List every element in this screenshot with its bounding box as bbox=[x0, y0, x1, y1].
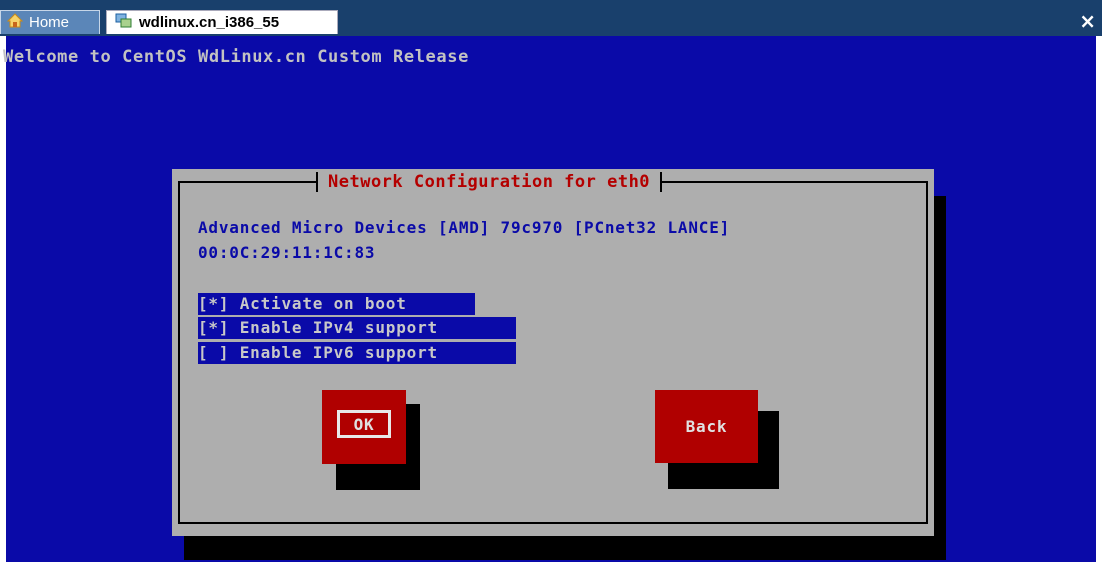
device-name: Advanced Micro Devices [AMD] 79c970 [PCn… bbox=[198, 218, 731, 237]
close-icon[interactable]: × bbox=[1079, 9, 1096, 33]
tab-vm-label: wdlinux.cn_i386_55 bbox=[139, 14, 280, 31]
back-button-label: Back bbox=[685, 417, 728, 436]
ok-button-label: OK bbox=[353, 414, 375, 434]
tab-bar: Home wdlinux.cn_i386_55 × bbox=[0, 0, 1102, 36]
tab-home-label: Home bbox=[29, 14, 70, 31]
welcome-text: Welcome to CentOS WdLinux.cn Custom Rele… bbox=[3, 47, 469, 67]
enable-ipv6-checkbox[interactable]: [ ] Enable IPv6 support bbox=[198, 342, 516, 364]
vm-icon bbox=[115, 13, 133, 33]
tab-vm[interactable]: wdlinux.cn_i386_55 bbox=[106, 10, 338, 34]
tab-home[interactable]: Home bbox=[0, 10, 100, 34]
activate-on-boot-checkbox[interactable]: [*] Activate on boot bbox=[198, 293, 475, 315]
ok-button-focus[interactable]: OK bbox=[337, 410, 391, 438]
right-border bbox=[1096, 36, 1102, 566]
dialog-title-wrap: Network Configuration for eth0 bbox=[316, 170, 663, 194]
mac-address: 00:0C:29:11:1C:83 bbox=[198, 243, 376, 262]
left-border bbox=[0, 36, 6, 566]
enable-ipv4-checkbox[interactable]: [*] Enable IPv4 support bbox=[198, 317, 516, 339]
home-icon bbox=[6, 13, 24, 32]
back-button[interactable]: Back bbox=[655, 390, 758, 463]
dialog-title: Network Configuration for eth0 bbox=[328, 172, 651, 192]
bottom-border bbox=[0, 562, 1102, 566]
